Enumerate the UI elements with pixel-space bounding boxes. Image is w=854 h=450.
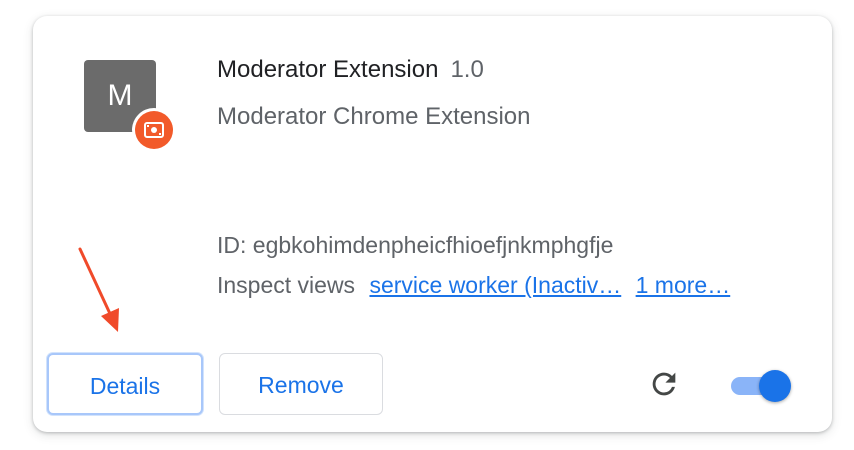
extension-icon-letter: M	[107, 79, 133, 112]
more-views-link[interactable]: 1 more…	[636, 272, 731, 298]
enable-toggle[interactable]	[729, 369, 793, 402]
extension-card: M Moderator Extension 1.0 Moderator Chrom…	[33, 16, 832, 432]
details-button[interactable]: Details	[47, 353, 203, 415]
extension-title-row: Moderator Extension 1.0	[217, 56, 484, 84]
extension-version: 1.0	[450, 56, 484, 83]
tape-icon	[135, 111, 173, 149]
extension-description: Moderator Chrome Extension	[217, 103, 531, 130]
service-worker-link[interactable]: service worker (Inactiv…	[369, 272, 621, 298]
unpacked-badge	[132, 108, 176, 152]
inspect-views-label: Inspect views	[217, 272, 356, 298]
extensions-page: M Moderator Extension 1.0 Moderator Chrom…	[0, 0, 854, 450]
reload-icon[interactable]	[647, 367, 681, 401]
annotation-arrow-icon	[78, 247, 119, 332]
extension-id: ID: egbkohimdenpheicfhioefjnkmphgfje	[217, 232, 614, 258]
inspect-views-row: Inspect views service worker (Inactiv… 1…	[217, 272, 730, 299]
remove-button[interactable]: Remove	[219, 353, 383, 415]
toggle-knob	[759, 370, 791, 402]
extension-name: Moderator Extension	[217, 56, 439, 83]
